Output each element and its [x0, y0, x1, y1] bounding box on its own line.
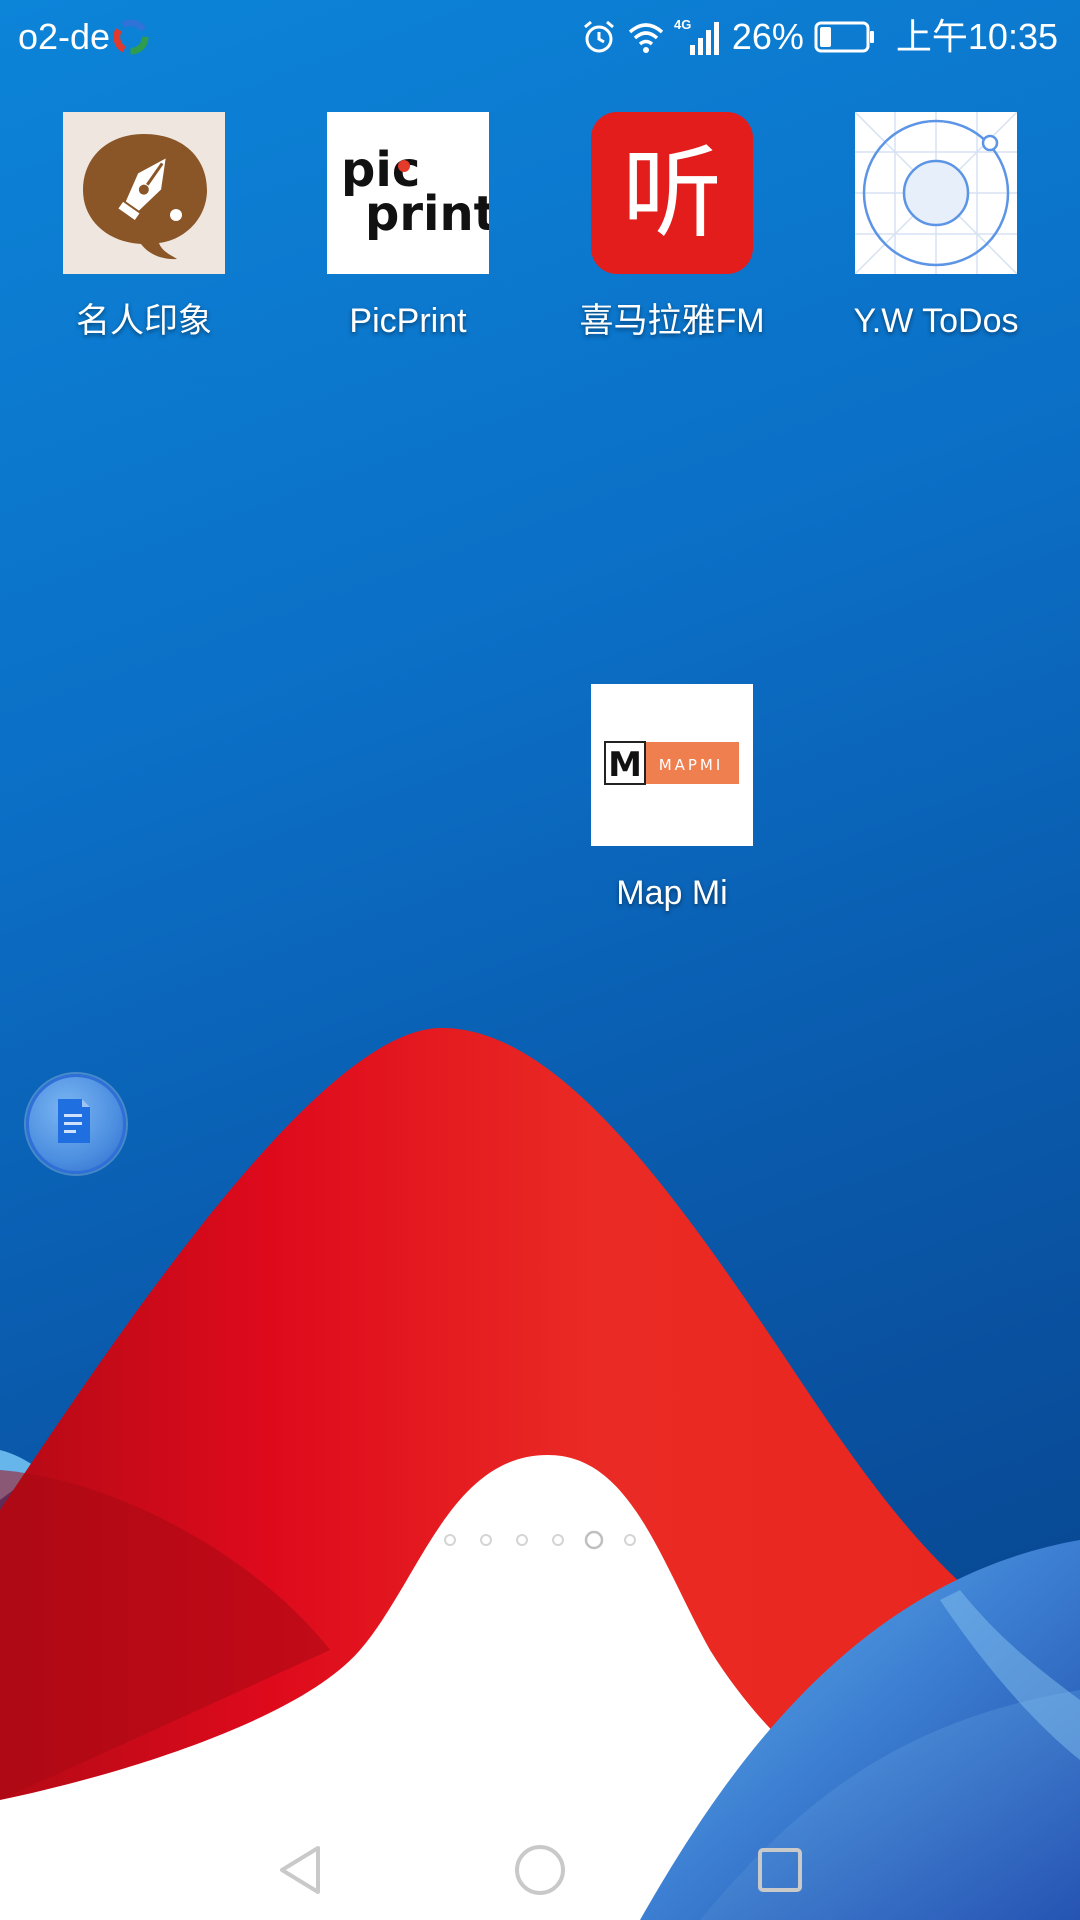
app-yw-todos[interactable]: Y.W ToDos: [804, 112, 1068, 342]
picprint-logo: pic print: [341, 142, 489, 242]
ximalaya-logo-glyph: 听: [622, 135, 722, 252]
status-bar: o2-de 4G 26% 上午10:35: [0, 0, 1080, 76]
page-dot[interactable]: [516, 1534, 528, 1546]
home-screen: o2-de 4G 26% 上午10:35 名人印象 pic print PicP…: [0, 0, 1080, 1920]
page-indicator: [444, 1530, 636, 1550]
signal-icon: 4G: [674, 17, 719, 55]
network-type-label: 4G: [674, 17, 691, 32]
app-label: PicPrint: [349, 302, 467, 340]
battery-fill: [819, 27, 831, 47]
battery-icon: [814, 21, 874, 53]
carrier-name: o2-de: [18, 16, 111, 57]
ywtodos-logo: [855, 112, 1017, 274]
back-icon[interactable]: [270, 1840, 330, 1900]
mapmi-logo-icon: M MAPMI: [591, 684, 753, 846]
app-label: Map Mi: [616, 874, 728, 912]
app-label: 喜马拉雅FM: [579, 302, 765, 340]
picprint-logo-line-2: print: [365, 186, 489, 242]
picprint-logo-icon: pic print: [327, 112, 489, 274]
page-dot[interactable]: [480, 1534, 492, 1546]
page-dot[interactable]: [624, 1534, 636, 1546]
app-label: 名人印象: [76, 302, 212, 340]
page-dot[interactable]: [444, 1534, 456, 1546]
ximalaya-logo-icon: 听: [591, 112, 753, 274]
app-picprint[interactable]: pic print PicPrint: [276, 112, 540, 342]
page-dot[interactable]: [552, 1534, 564, 1546]
app-ximalaya-fm[interactable]: 听 喜马拉雅FM: [540, 112, 804, 342]
status-icons: 4G 26% 上午10:35: [580, 14, 1058, 60]
ximalaya-logo: 听: [622, 135, 722, 252]
mapmi-logo: M MAPMI: [604, 741, 739, 785]
wifi-icon: [628, 23, 663, 53]
recents-icon[interactable]: [750, 1840, 810, 1900]
alarm-icon: [583, 20, 614, 53]
document-icon: [58, 1099, 90, 1143]
mapmi-logo-text: MAPMI: [659, 756, 724, 774]
circle-grid-icon: [855, 112, 1017, 274]
clock: 上午10:35: [895, 16, 1058, 57]
battery-percent: 26%: [731, 16, 804, 57]
mapmi-logo-letter: M: [608, 745, 642, 785]
home-icon[interactable]: [510, 1840, 570, 1900]
page-dot-active[interactable]: [584, 1530, 604, 1550]
fountain-pen-icon: [63, 112, 225, 274]
app-label: Y.W ToDos: [853, 302, 1019, 340]
floating-bubble-button[interactable]: [26, 1074, 126, 1174]
carrier-logo-icon: [113, 19, 149, 55]
app-map-mi[interactable]: M MAPMI Map Mi: [540, 684, 804, 914]
navigation-bar: [0, 1820, 1080, 1920]
app-mingren-yinxiang[interactable]: 名人印象: [12, 112, 276, 342]
